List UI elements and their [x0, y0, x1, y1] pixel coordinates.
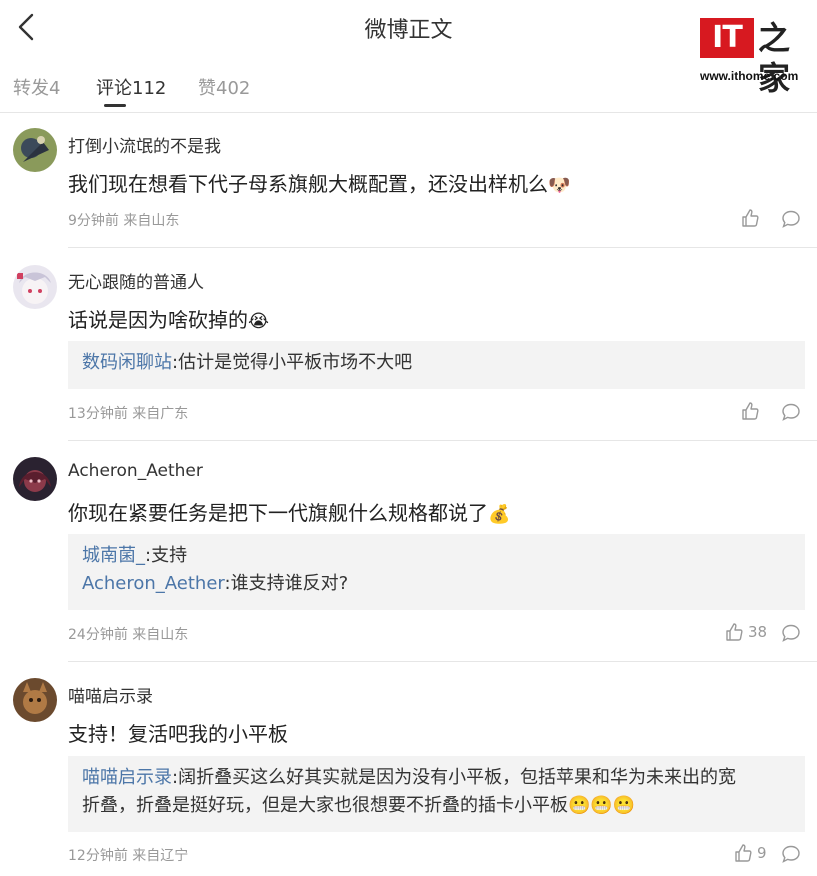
comment-username[interactable]: Acheron_Aether	[68, 461, 203, 481]
comment-content: 我们现在想看下代子母系旗舰大概配置，还没出样机么	[68, 172, 548, 196]
reply-text: :估计是觉得小平板市场不大吧	[172, 352, 413, 373]
like-button[interactable]	[740, 208, 764, 228]
logo-zh-mark: 之家	[758, 19, 791, 97]
tab-comments[interactable]: 评论112	[96, 74, 166, 100]
page-title: 微博正文	[364, 18, 453, 43]
comment-bubble-icon[interactable]	[781, 209, 801, 229]
comment-text: 支持！复活吧我的小平板	[68, 718, 288, 747]
reply-username[interactable]: Acheron_Aether	[82, 573, 225, 594]
comment-username[interactable]: 喵喵启示录	[68, 682, 153, 707]
comment-meta: 24分钟前 来自山东	[68, 627, 189, 643]
avatar[interactable]	[13, 457, 57, 501]
comment-bubble-icon[interactable]	[781, 844, 801, 864]
top-bar: 微博正文	[0, 0, 817, 56]
doge-emoji-icon: 🐶	[548, 175, 571, 196]
logo-url: www.ithome.com	[700, 69, 799, 83]
comment-text: 我们现在想看下代子母系旗舰大概配置，还没出样机么🐶	[68, 168, 570, 197]
thumbs-up-icon	[726, 623, 743, 641]
reply-text: :支持	[145, 545, 188, 566]
comment-username[interactable]: 无心跟随的普通人	[68, 268, 204, 293]
grimace-emoji-icon: 😬😬😬	[568, 795, 636, 816]
ithome-logo: IT 之家	[700, 18, 810, 97]
thumbs-up-icon	[742, 209, 759, 227]
thumbs-up-icon	[735, 844, 752, 862]
logo-it-mark: IT	[700, 18, 754, 58]
comment-meta: 9分钟前 来自山东	[68, 213, 180, 229]
comment-divider	[68, 247, 817, 248]
comment-meta: 12分钟前 来自辽宁	[68, 848, 189, 864]
reply-line: Acheron_Aether:谁支持谁反对?	[82, 570, 791, 598]
reply-line: 数码闲聊站:估计是觉得小平板市场不大吧	[82, 349, 791, 377]
tab-reposts[interactable]: 转发4	[13, 74, 60, 100]
comment-content: 你现在紧要任务是把下一代旗舰什么规格都说了	[68, 501, 488, 525]
like-count: 38	[748, 623, 768, 641]
like-button[interactable]	[740, 401, 764, 421]
like-button[interactable]: 38	[724, 622, 767, 642]
tabs-divider	[0, 112, 817, 113]
thumbs-up-icon	[742, 402, 759, 420]
crying-emoji-icon: 😭	[248, 311, 270, 332]
comment-content: 支持！复活吧我的小平板	[68, 722, 288, 746]
comment-username[interactable]: 打倒小流氓的不是我	[68, 132, 221, 157]
comment-text: 话说是因为啥砍掉的😭	[68, 304, 269, 333]
tab-bar: 转发4 评论112 赞402	[0, 66, 600, 110]
reply-username[interactable]: 城南菌_	[82, 545, 145, 566]
reply-text: :谁支持谁反对?	[224, 573, 349, 594]
reply-line: 喵喵启示录:阔折叠买这么好其实就是因为没有小平板，包括苹果和华为未来出的宽	[82, 764, 791, 792]
comment-content: 话说是因为啥砍掉的	[68, 308, 248, 332]
reply-text: :阔折叠买这么好其实就是因为没有小平板，包括苹果和华为未来出的宽	[172, 767, 737, 788]
avatar[interactable]	[13, 678, 57, 722]
reply-line: 折叠，折叠是挺好玩，但是大家也很想要不折叠的插卡小平板😬😬😬	[82, 792, 791, 820]
comment-meta: 13分钟前 来自广东	[68, 406, 189, 422]
active-tab-indicator	[104, 104, 126, 107]
avatar[interactable]	[13, 265, 57, 309]
tab-likes[interactable]: 赞402	[198, 74, 250, 100]
reply-box[interactable]: 城南菌_:支持 Acheron_Aether:谁支持谁反对?	[68, 534, 805, 610]
comment-text: 你现在紧要任务是把下一代旗舰什么规格都说了💰	[68, 497, 510, 526]
comment-bubble-icon[interactable]	[781, 402, 801, 422]
reply-box[interactable]: 数码闲聊站:估计是觉得小平板市场不大吧	[68, 341, 805, 389]
like-count: 9	[757, 844, 767, 862]
comment-divider	[68, 661, 817, 662]
reply-username[interactable]: 数码闲聊站	[82, 352, 172, 373]
reply-username[interactable]: 喵喵启示录	[82, 767, 172, 788]
reply-line: 城南菌_:支持	[82, 542, 791, 570]
avatar[interactable]	[13, 128, 57, 172]
money-bag-emoji-icon: 💰	[488, 504, 511, 525]
like-button[interactable]: 9	[733, 843, 767, 863]
comment-divider	[68, 440, 817, 441]
comment-bubble-icon[interactable]	[781, 623, 801, 643]
reply-text-continued: 折叠，折叠是挺好玩，但是大家也很想要不折叠的插卡小平板	[82, 795, 568, 816]
reply-box[interactable]: 喵喵启示录:阔折叠买这么好其实就是因为没有小平板，包括苹果和华为未来出的宽 折叠…	[68, 756, 805, 832]
